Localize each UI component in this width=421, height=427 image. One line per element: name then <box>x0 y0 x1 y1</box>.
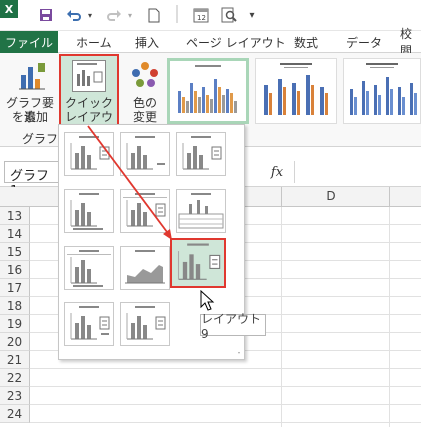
layout-tooltip: レイアウト 9 <box>200 312 266 341</box>
annotation-arrow <box>87 125 172 240</box>
